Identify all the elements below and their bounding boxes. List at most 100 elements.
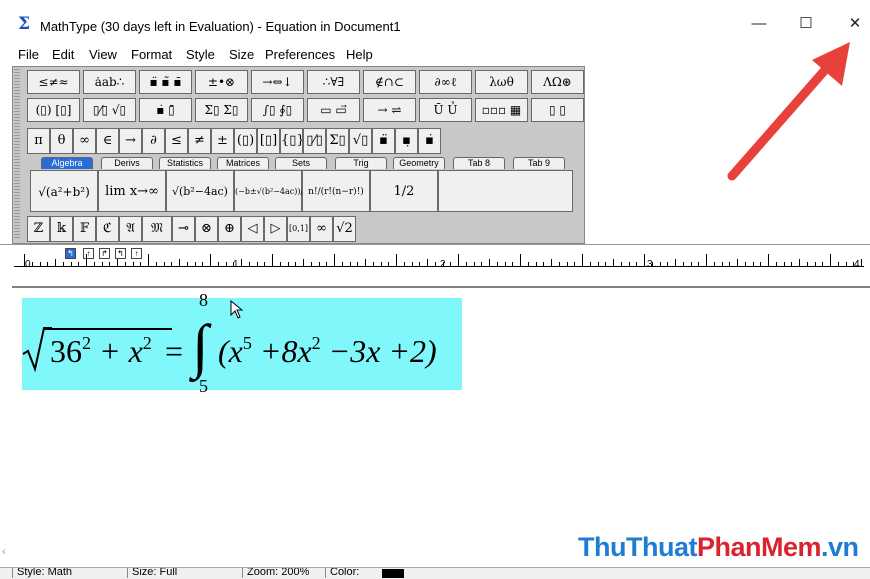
one-half-expression[interactable]: 1/2 xyxy=(370,170,438,212)
less-equal-button[interactable]: ≤ xyxy=(165,128,188,154)
tab-geometry[interactable]: Geometry xyxy=(393,157,445,169)
tab-9[interactable]: Tab 9 xyxy=(513,157,565,169)
subscript-button[interactable]: ▪̣ xyxy=(395,128,418,154)
tab-algebra[interactable]: Algebra xyxy=(41,157,93,169)
right-triangle-button[interactable]: ▷ xyxy=(264,216,287,242)
subscript-superscript-palette[interactable]: ▪̇ ▯̄ xyxy=(139,98,192,122)
menu-style[interactable]: Style xyxy=(186,47,215,62)
partial-button[interactable]: ∂ xyxy=(142,128,165,154)
products-set-theory-palette[interactable]: Ū Ủ xyxy=(419,98,472,122)
limit-expression[interactable]: lim x→∞ xyxy=(98,170,166,212)
menu-file[interactable]: File xyxy=(18,47,39,62)
logical-symbols-palette[interactable]: ∴∀∃ xyxy=(307,70,360,94)
toolbar-grip[interactable] xyxy=(14,69,20,239)
menu-format[interactable]: Format xyxy=(131,47,172,62)
right-arrow-button[interactable]: → xyxy=(119,128,142,154)
left-triangle-button[interactable]: ◁ xyxy=(241,216,264,242)
theta-button[interactable]: θ xyxy=(50,128,73,154)
set-theory-palette[interactable]: ∉∩⊂ xyxy=(363,70,416,94)
ruler-tick xyxy=(675,259,676,266)
superscript-button[interactable]: ▪̈ xyxy=(372,128,395,154)
tab-statistics[interactable]: Statistics xyxy=(159,157,211,169)
color-swatch[interactable] xyxy=(382,569,404,578)
sub-sup-button[interactable]: ▪̇ xyxy=(418,128,441,154)
minimize-button[interactable]: — xyxy=(744,14,774,34)
fraktur-c-button[interactable]: ℭ xyxy=(96,216,119,242)
ruler-tick xyxy=(225,262,227,266)
fraktur-a-button[interactable]: 𝔄 xyxy=(119,216,142,242)
fence-templates-palette[interactable]: (▯) [▯] xyxy=(27,98,80,122)
blackboard-z-button[interactable]: ℤ xyxy=(27,216,50,242)
sum-button[interactable]: Σ▯ xyxy=(326,128,349,154)
pythagorean-expression[interactable]: √(a²+b²) xyxy=(30,170,98,212)
tab-stop-center-button[interactable]: ↑ xyxy=(83,248,94,259)
circle-times-button[interactable]: ⊗ xyxy=(195,216,218,242)
ruler-tick xyxy=(450,262,452,266)
menu-help[interactable]: Help xyxy=(346,47,373,62)
integral-upper-limit: 8 xyxy=(199,290,208,310)
equation-editor-area[interactable]: 362 + x2 = ∫ 8 5 (x5 +8x2 −3x +2) ‹ xyxy=(2,286,870,558)
spaces-ellipses-palette[interactable]: ȧab∴ xyxy=(83,70,136,94)
discriminant-expression[interactable]: √(b²−4ac) xyxy=(166,170,234,212)
menu-edit[interactable]: Edit xyxy=(52,47,74,62)
ruler-tick xyxy=(783,262,785,266)
pi-button[interactable]: π xyxy=(27,128,50,154)
operator-symbols-palette[interactable]: ±•⊗ xyxy=(195,70,248,94)
arrow-symbols-palette[interactable]: →⇔↓ xyxy=(251,70,304,94)
greek-lowercase-palette[interactable]: λωθ xyxy=(475,70,528,94)
menu-preferences[interactable]: Preferences xyxy=(265,47,335,62)
sqrt-button[interactable]: √▯ xyxy=(349,128,372,154)
braces-button[interactable]: {▯} xyxy=(280,128,303,154)
quadratic-formula-expression[interactable]: (−b±√(b²−4ac))/2a xyxy=(234,170,313,212)
brackets-button[interactable]: [▯] xyxy=(257,128,280,154)
misc-symbols-palette[interactable]: ∂∞ℓ xyxy=(419,70,472,94)
embellishments-palette[interactable]: ▪̈ ▪̃ ▪̄ xyxy=(139,70,192,94)
underbar-overbar-palette[interactable]: ▭ ▭⃗ xyxy=(307,98,360,122)
status-style[interactable]: Style: Math xyxy=(12,568,117,578)
combination-expression[interactable]: n!/(r!(n−r)!) xyxy=(302,170,370,212)
menu-view[interactable]: View xyxy=(89,47,117,62)
plus-minus-button[interactable]: ± xyxy=(211,128,234,154)
tab-8[interactable]: Tab 8 xyxy=(453,157,505,169)
fraction-button[interactable]: ▯⁄▯ xyxy=(303,128,326,154)
blackboard-k-button[interactable]: 𝕜 xyxy=(50,216,73,242)
ruler-tick xyxy=(465,262,467,266)
ruler-tick xyxy=(411,262,413,266)
fraction-radical-palette[interactable]: ▯⁄▯ √▯ xyxy=(83,98,136,122)
close-button[interactable]: ✕ xyxy=(840,14,870,34)
labeled-arrows-palette[interactable]: → ⇌ xyxy=(363,98,416,122)
fraktur-m-button[interactable]: 𝔐 xyxy=(142,216,172,242)
integrand-x5: (x xyxy=(218,333,243,369)
scroll-left-icon[interactable]: ‹ xyxy=(2,546,6,558)
tab-stop-right-button[interactable]: ↱ xyxy=(99,248,110,259)
multimap-button[interactable]: ⊸ xyxy=(172,216,195,242)
greek-uppercase-palette[interactable]: ΛΩ⊛ xyxy=(531,70,584,94)
tab-trig[interactable]: Trig xyxy=(335,157,387,169)
tab-derivs[interactable]: Derivs xyxy=(101,157,153,169)
summation-templates-palette[interactable]: Σ▯ Σ▯ xyxy=(195,98,248,122)
tab-stop-left-button[interactable]: ↰ xyxy=(65,248,76,259)
matrix-templates-palette[interactable]: ▫▫▫ ▦ xyxy=(475,98,528,122)
tab-stop-relational-button[interactable]: ↰ xyxy=(115,248,126,259)
interval-button[interactable]: [0,1] xyxy=(287,216,310,242)
circle-plus-button[interactable]: ⊕ xyxy=(218,216,241,242)
blackboard-f-button[interactable]: 𝔽 xyxy=(73,216,96,242)
parentheses-button[interactable]: (▯) xyxy=(234,128,257,154)
tab-matrices[interactable]: Matrices xyxy=(217,157,269,169)
tab-sets[interactable]: Sets xyxy=(275,157,327,169)
not-equal-button[interactable]: ≠ xyxy=(188,128,211,154)
infinity-small-button[interactable]: ∞ xyxy=(310,216,333,242)
status-size[interactable]: Size: Full xyxy=(127,568,232,578)
integral-templates-palette[interactable]: ∫▯ ∮▯ xyxy=(251,98,304,122)
tab-stop-decimal-button[interactable]: ↑ xyxy=(131,248,142,259)
ruler-tick xyxy=(248,262,250,266)
ruler-tick xyxy=(822,262,824,266)
element-of-button[interactable]: ∈ xyxy=(96,128,119,154)
box-templates-palette[interactable]: ▯ ▯ xyxy=(531,98,584,122)
menu-size[interactable]: Size xyxy=(229,47,254,62)
status-zoom[interactable]: Zoom: 200% xyxy=(242,568,317,578)
maximize-button[interactable]: ☐ xyxy=(791,14,821,34)
relational-symbols-palette[interactable]: ≤≠≈ xyxy=(27,70,80,94)
infinity-button[interactable]: ∞ xyxy=(73,128,96,154)
sqrt-two-button[interactable]: √2 xyxy=(333,216,356,242)
